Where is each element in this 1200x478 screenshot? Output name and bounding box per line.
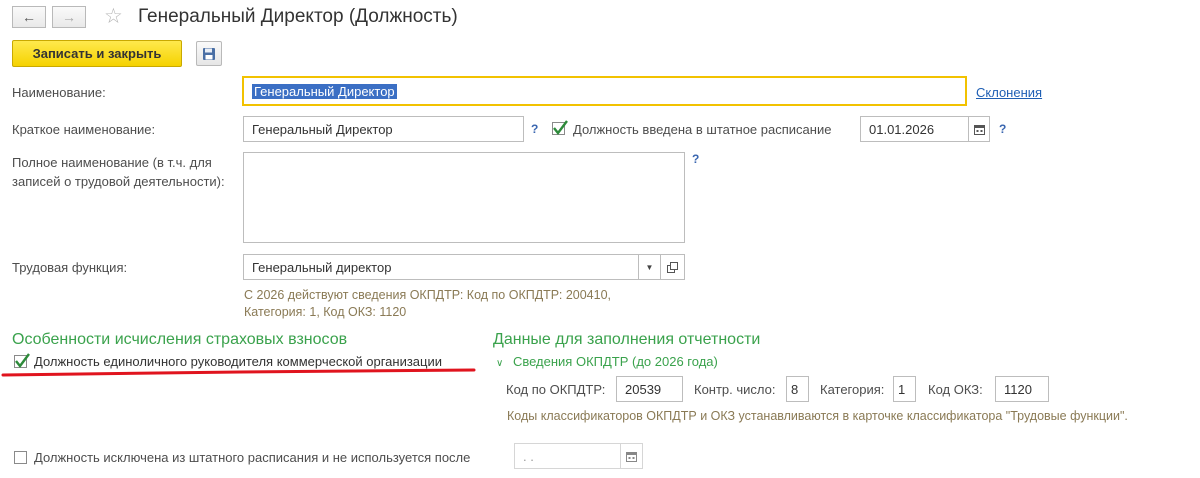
okpdtr-2026-hint-line2: Категория: 1, Код ОКЗ: 1120 <box>244 305 407 319</box>
arrow-right-icon: → <box>62 9 76 25</box>
reporting-section-title: Данные для заполнения отчетности <box>493 331 761 348</box>
staffing-date-calendar-button[interactable] <box>968 116 990 142</box>
okpdtr-2026-hint-line1: С 2026 действуют сведения ОКПДТР: Код по… <box>244 288 611 302</box>
red-underline-annotation <box>1 368 476 377</box>
short-name-label: Краткое наименование: <box>12 122 156 137</box>
category-input[interactable]: 1 <box>893 376 916 402</box>
calendar-icon <box>626 451 637 462</box>
arrow-left-icon: ← <box>22 9 36 25</box>
checkmark-icon <box>553 120 568 135</box>
staffing-help-icon[interactable]: ? <box>999 122 1006 136</box>
okpdtr-code-label: Код по ОКПДТР: <box>506 382 606 397</box>
staffing-checkbox-label: Должность введена в штатное расписание <box>573 122 832 137</box>
chevron-down-icon: ∨ <box>496 358 504 369</box>
short-name-input[interactable]: Генеральный Директор <box>243 116 524 142</box>
full-name-label-line2: записей о трудовой деятельности): <box>12 174 225 189</box>
calendar-icon <box>973 124 985 135</box>
floppy-disk-icon <box>203 47 215 60</box>
name-label: Наименование: <box>12 85 106 100</box>
forward-button[interactable]: → <box>52 6 86 28</box>
staffing-checkbox[interactable] <box>552 120 568 135</box>
okpdtr-2026-hint: С 2026 действуют сведения ОКПДТР: Код по… <box>244 287 611 321</box>
name-input-selected-text: Генеральный Директор <box>252 83 397 99</box>
okpdtr-collapsible-header[interactable]: ∨ Сведения ОКПДТР (до 2026 года) <box>496 354 718 369</box>
short-name-help-icon[interactable]: ? <box>531 122 538 136</box>
labor-function-dropdown-button[interactable]: ▼ <box>638 254 661 280</box>
full-name-help-icon[interactable]: ? <box>692 152 699 166</box>
check-number-label: Контр. число: <box>694 382 776 397</box>
dropdown-arrow-icon: ▼ <box>645 262 654 272</box>
okpdtr-collapsible-title: Сведения ОКПДТР (до 2026 года) <box>512 354 718 369</box>
full-name-label: Полное наименование (в т.ч. для записей … <box>12 153 225 191</box>
page-title: Генеральный Директор (Должность) <box>138 6 458 27</box>
check-number-input[interactable]: 8 <box>786 376 809 402</box>
classifier-hint: Коды классификаторов ОКПДТР и ОКЗ устана… <box>507 409 1128 423</box>
excluded-checkbox[interactable] <box>14 451 27 464</box>
labor-function-label: Трудовая функция: <box>12 260 128 275</box>
save-and-close-button[interactable]: Записать и закрыть <box>12 40 182 67</box>
declensions-link[interactable]: Склонения <box>976 85 1042 100</box>
open-form-icon <box>667 261 678 273</box>
category-label: Категория: <box>820 382 885 397</box>
back-button[interactable]: ← <box>12 6 46 28</box>
excluded-checkbox-label: Должность исключена из штатного расписан… <box>34 450 471 465</box>
save-button[interactable] <box>196 41 222 66</box>
name-input[interactable]: Генеральный Директор <box>242 76 967 106</box>
okz-code-input[interactable]: 1120 <box>995 376 1049 402</box>
excluded-date-input[interactable]: . . <box>514 443 622 469</box>
full-name-textarea[interactable] <box>243 152 685 243</box>
okpdtr-code-input[interactable]: 20539 <box>616 376 683 402</box>
okz-code-label: Код ОКЗ: <box>928 382 983 397</box>
insurance-section-title: Особенности исчисления страховых взносов <box>12 331 348 348</box>
labor-function-open-button[interactable] <box>660 254 685 280</box>
full-name-label-line1: Полное наименование (в т.ч. для <box>12 155 212 170</box>
staffing-date-input[interactable]: 01.01.2026 <box>860 116 970 142</box>
star-icon[interactable]: ☆ <box>104 4 123 29</box>
excluded-date-calendar-button[interactable] <box>620 443 643 469</box>
labor-function-input[interactable]: Генеральный директор <box>243 254 639 280</box>
